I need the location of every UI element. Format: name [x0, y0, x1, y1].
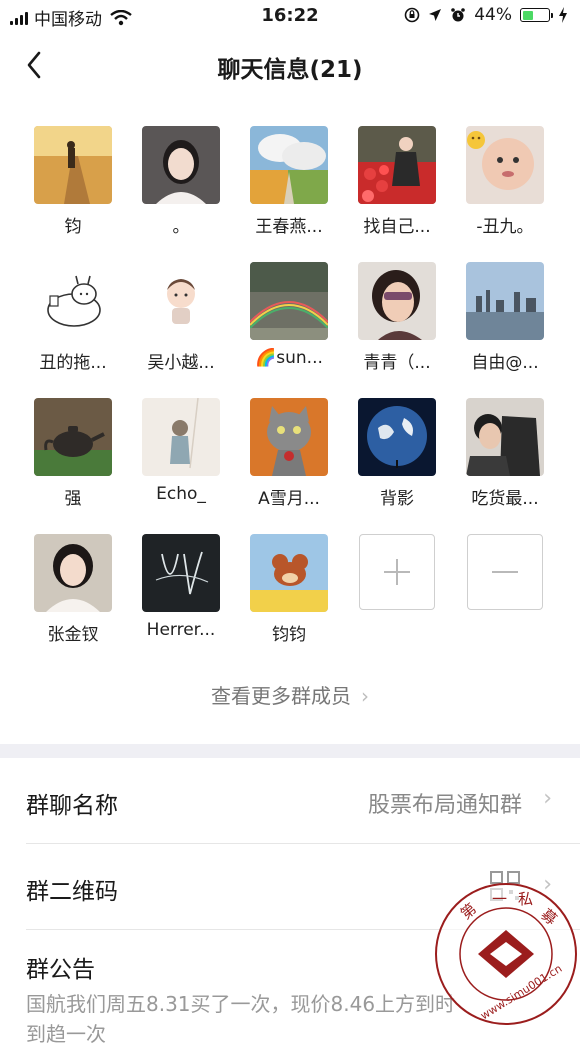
member-item[interactable]: 吴小越...	[127, 262, 235, 373]
member-name: 。	[172, 217, 190, 237]
watermark-seal: 第 一 私 募 www.simu001.cn	[435, 883, 577, 1025]
member-avatar[interactable]	[358, 398, 436, 476]
member-name: A雪月...	[258, 489, 320, 509]
rotation-lock-icon	[404, 7, 420, 23]
group-name-value: 股票布局通知群	[367, 793, 522, 818]
chevron-right-icon: ›	[361, 684, 369, 708]
member-avatar[interactable]	[34, 398, 112, 476]
member-item[interactable]: 丑的拖...	[19, 262, 127, 373]
member-name: 🌈sun...	[255, 348, 323, 368]
page-title: 聊天信息(21)	[217, 57, 363, 83]
member-name: -丑九。	[476, 217, 534, 237]
member-avatar[interactable]	[250, 126, 328, 204]
charging-icon	[559, 7, 567, 23]
member-item[interactable]: 背影	[343, 398, 451, 509]
member-item[interactable]: 王春燕...	[235, 126, 343, 237]
member-avatar[interactable]	[34, 126, 112, 204]
qrcode-label: 群二维码	[26, 879, 118, 905]
nav-bar: 聊天信息(21)	[0, 34, 580, 98]
member-item[interactable]: 钧	[19, 126, 127, 237]
member-avatar[interactable]	[466, 126, 544, 204]
member-name: 找自己...	[363, 217, 431, 237]
view-more-members-link[interactable]: 查看更多群成员 ›	[0, 680, 580, 709]
alarm-icon	[451, 8, 466, 22]
member-avatar[interactable]	[142, 398, 220, 476]
chevron-right-icon: ›	[543, 786, 552, 811]
member-item[interactable]: Echo_	[127, 398, 235, 504]
member-item[interactable]: 强	[19, 398, 127, 509]
member-item[interactable]: 。	[127, 126, 235, 237]
status-bar: 中国移动 16:22 44%	[0, 0, 580, 34]
member-name: 张金钗	[47, 625, 99, 645]
member-item[interactable]: 自由@...	[451, 262, 559, 373]
group-name-label: 群聊名称	[26, 793, 118, 819]
announcement-text-cont: 到趋一次	[26, 1022, 106, 1046]
member-avatar[interactable]	[142, 126, 220, 204]
member-name: 钧钧	[272, 625, 306, 645]
member-name: 背影	[380, 489, 414, 509]
group-name-row[interactable]: 群聊名称 股票布局通知群 ›	[0, 758, 580, 844]
member-item[interactable]: 张金钗	[19, 534, 127, 645]
member-avatar[interactable]	[142, 262, 220, 340]
member-name: 王春燕...	[255, 217, 323, 237]
view-more-label: 查看更多群成员	[211, 684, 351, 708]
status-right: 44%	[404, 5, 568, 25]
member-avatar[interactable]	[250, 398, 328, 476]
member-avatar[interactable]	[358, 262, 436, 340]
member-name: 丑的拖...	[39, 353, 107, 373]
member-item[interactable]: A雪月...	[235, 398, 343, 509]
member-name: 吴小越...	[147, 353, 215, 373]
battery-icon	[520, 8, 553, 22]
member-avatar[interactable]	[466, 398, 544, 476]
member-name: Echo_	[156, 484, 206, 504]
watermark-char-2: 一	[492, 890, 507, 908]
member-name: 强	[64, 489, 82, 509]
location-icon	[429, 9, 442, 21]
member-item[interactable]: 青青（...	[343, 262, 451, 373]
member-avatar[interactable]	[250, 262, 328, 340]
member-avatar[interactable]	[358, 126, 436, 204]
member-name: 钧	[64, 217, 82, 237]
add-member-button[interactable]	[343, 534, 451, 610]
member-avatar[interactable]	[466, 262, 544, 340]
plus-icon[interactable]	[359, 534, 435, 610]
member-name: 自由@...	[471, 353, 539, 373]
section-divider	[0, 744, 580, 758]
member-item[interactable]: 吃货最...	[451, 398, 559, 509]
member-avatar[interactable]	[34, 262, 112, 340]
watermark-char-3: 私	[518, 890, 533, 908]
announcement-label: 群公告	[26, 957, 95, 983]
member-item[interactable]: -丑九。	[451, 126, 559, 237]
member-item[interactable]: 🌈sun...	[235, 262, 343, 368]
member-name: 吃货最...	[471, 489, 539, 509]
battery-percent: 44%	[474, 5, 512, 25]
remove-member-button[interactable]	[451, 534, 559, 610]
member-avatar[interactable]	[250, 534, 328, 612]
member-item[interactable]: Herrer...	[127, 534, 235, 640]
member-avatar[interactable]	[34, 534, 112, 612]
member-avatar[interactable]	[142, 534, 220, 612]
member-name: Herrer...	[146, 620, 216, 640]
minus-icon[interactable]	[467, 534, 543, 610]
member-item[interactable]: 找自己...	[343, 126, 451, 237]
member-item[interactable]: 钧钧	[235, 534, 343, 645]
member-name: 青青（...	[363, 353, 431, 373]
